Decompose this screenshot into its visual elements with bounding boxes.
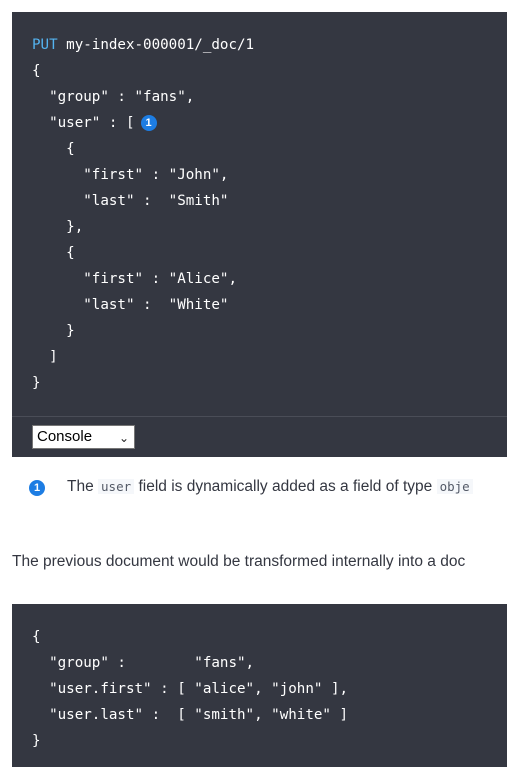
code-block-flattened: { "group" : "fans", "user.first" : [ "al… [12, 604, 507, 767]
code-line: "first" : "Alice", [32, 271, 237, 287]
chevron-down-icon: ⌄ [118, 431, 129, 445]
code-line-text: "user" : [ [32, 115, 135, 131]
inline-code: user [98, 479, 135, 494]
code-content: PUT my-index-000001/_doc/1 { "group" : "f… [32, 32, 254, 396]
code-line: "group" : "fans", [32, 89, 195, 105]
code-line: "user.first" : [ "alice", "john" ], [32, 681, 349, 697]
code-line-request: PUT my-index-000001/_doc/1 [32, 32, 254, 58]
code-line: } [32, 323, 75, 339]
code-line: { [32, 63, 41, 79]
callout-badge[interactable]: 1 [140, 115, 157, 131]
code-line: "first" : "John", [32, 167, 229, 183]
inline-code: obje [436, 479, 473, 494]
callout-note: 1 The user field is dynamically added as … [29, 478, 507, 498]
code-line: "last" : "Smith" [32, 193, 229, 209]
code-content: { "group" : "fans", "user.first" : [ "al… [32, 624, 348, 754]
console-bar: Console ⌄ [12, 416, 507, 457]
code-line: { [32, 141, 75, 157]
code-line: { [32, 629, 41, 645]
code-line: "user.last" : [ "smith", "white" ] [32, 707, 349, 723]
body-paragraph: The previous document would be transform… [12, 553, 466, 570]
page: PUT my-index-000001/_doc/1 { "group" : "f… [0, 0, 507, 767]
console-select-value: Console [37, 428, 93, 445]
http-method: PUT [32, 37, 58, 53]
callout-badge[interactable]: 1 [29, 480, 45, 496]
code-line-user: "user" : [ 1 [32, 110, 254, 136]
code-block-request: PUT my-index-000001/_doc/1 { "group" : "f… [12, 12, 507, 416]
callout-text-after: field is dynamically added as a field of… [138, 478, 433, 495]
code-line: "last" : "White" [32, 297, 229, 313]
code-line: ] [32, 349, 58, 365]
callout-text-before: The [67, 478, 94, 495]
code-line: "group" : "fans", [32, 655, 255, 671]
code-line: { [32, 245, 75, 261]
console-select[interactable]: Console ⌄ [32, 425, 135, 449]
request-path: my-index-000001/_doc/1 [66, 37, 255, 53]
code-line: }, [32, 219, 84, 235]
code-line: } [32, 733, 41, 749]
code-line: } [32, 375, 41, 391]
